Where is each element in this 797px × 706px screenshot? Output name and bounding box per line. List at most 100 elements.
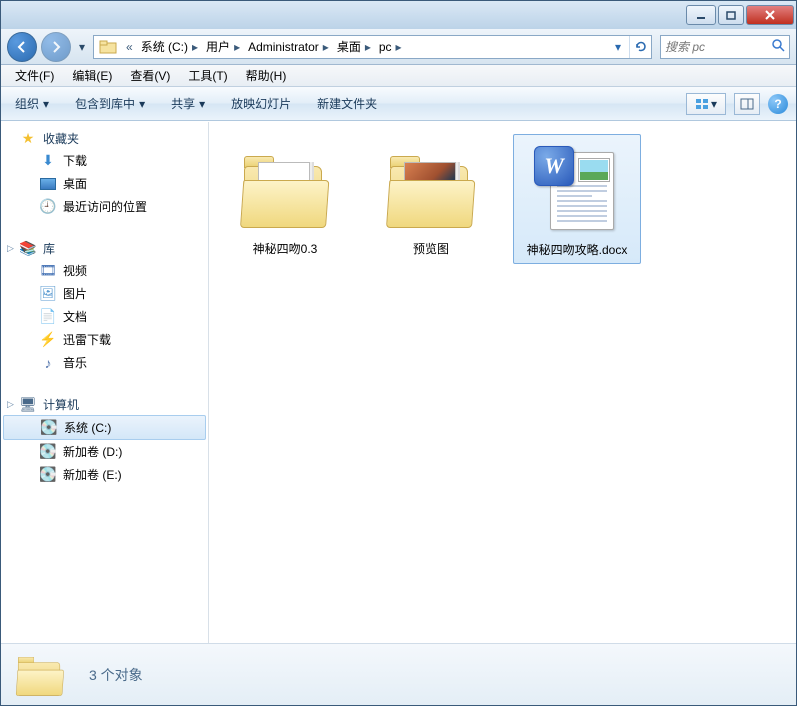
file-label: 神秘四吻0.3	[253, 242, 318, 258]
sidebar-item-drive-e[interactable]: 💽 新加卷 (E:)	[1, 463, 208, 486]
favorites-group: ★ 收藏夹 ⬇ 下载 桌面 🕘 最近访问的位置	[1, 128, 208, 218]
slideshow-button[interactable]: 放映幻灯片	[225, 93, 297, 114]
drive-icon: 💽	[39, 467, 57, 483]
sidebar-item-label: 音乐	[63, 354, 87, 371]
crumb-users[interactable]: 用户 ▸	[202, 36, 244, 58]
status-text: 3 个对象	[89, 665, 143, 685]
sidebar-item-pictures[interactable]: 🖼 图片	[1, 282, 208, 305]
sidebar-item-downloads[interactable]: ⬇ 下载	[1, 149, 208, 172]
libraries-group: ▷ 📚 库 🎞 视频 🖼 图片 📄 文档 ⚡ 迅	[1, 238, 208, 374]
file-label: 神秘四吻攻略.docx	[527, 243, 628, 259]
menu-edit[interactable]: 编辑(E)	[64, 65, 120, 86]
sidebar-item-label: 新加卷 (E:)	[63, 466, 122, 483]
crumb-desktop[interactable]: 桌面▸	[333, 36, 375, 58]
sidebar-item-thunder[interactable]: ⚡ 迅雷下载	[1, 328, 208, 351]
new-folder-button[interactable]: 新建文件夹	[311, 93, 383, 114]
file-list[interactable]: 神秘四吻0.3 预览图 W	[209, 122, 796, 643]
computer-label: 计算机	[43, 396, 79, 413]
sidebar-item-desktop[interactable]: 桌面	[1, 172, 208, 195]
navigation-bar: ▾ « 系统 (C:)▸ 用户 ▸ Administrator▸ 桌面▸ pc▸ …	[1, 29, 796, 65]
thumbnails-icon	[695, 98, 709, 110]
sidebar-item-recent[interactable]: 🕘 最近访问的位置	[1, 195, 208, 218]
menu-tools[interactable]: 工具(T)	[180, 65, 235, 86]
document-item[interactable]: W 神秘四吻攻略.docx	[513, 134, 641, 264]
crumb-drive[interactable]: 系统 (C:)▸	[137, 36, 202, 58]
expand-icon[interactable]: ▷	[7, 399, 14, 410]
preview-pane-button[interactable]	[734, 93, 760, 115]
sidebar-item-label: 新加卷 (D:)	[63, 443, 122, 460]
command-bar: 组织 ▾ 包含到库中 ▾ 共享 ▾ 放映幻灯片 新建文件夹 ▾ ?	[1, 87, 796, 121]
chevron-right-icon: ▸	[365, 40, 371, 54]
address-dropdown[interactable]: ▾	[607, 36, 629, 58]
recent-icon: 🕘	[39, 199, 57, 215]
search-input[interactable]	[665, 40, 771, 54]
help-button[interactable]: ?	[768, 94, 788, 114]
sidebar-item-label: 迅雷下载	[63, 331, 111, 348]
drive-icon: 💽	[39, 444, 57, 460]
folder-item[interactable]: 预览图	[367, 134, 495, 262]
video-icon: 🎞	[39, 263, 57, 279]
crumb-admin[interactable]: Administrator▸	[244, 36, 333, 58]
back-button[interactable]	[7, 32, 37, 62]
menu-view[interactable]: 查看(V)	[122, 65, 178, 86]
menu-bar: 文件(F) 编辑(E) 查看(V) 工具(T) 帮助(H)	[1, 65, 796, 87]
expand-icon[interactable]: ▷	[7, 243, 14, 254]
menu-file[interactable]: 文件(F)	[7, 65, 62, 86]
libraries-label: 库	[43, 240, 55, 257]
library-icon: 📚	[19, 241, 37, 257]
chevron-down-icon: ▾	[43, 97, 49, 111]
folder-icon	[94, 36, 122, 58]
star-icon: ★	[19, 131, 37, 147]
folder-item[interactable]: 神秘四吻0.3	[221, 134, 349, 262]
folder-thumbnail	[235, 138, 335, 238]
music-icon: ♪	[39, 355, 57, 371]
close-button[interactable]	[746, 5, 794, 25]
titlebar[interactable]	[1, 1, 796, 29]
organize-button[interactable]: 组织 ▾	[9, 93, 55, 114]
sidebar-item-music[interactable]: ♪ 音乐	[1, 351, 208, 374]
view-mode-button[interactable]: ▾	[686, 93, 726, 115]
sidebar-item-label: 视频	[63, 262, 87, 279]
document-thumbnail: W	[527, 139, 627, 239]
sidebar-item-label: 桌面	[63, 175, 87, 192]
forward-button[interactable]	[41, 32, 71, 62]
crumb-label: 用户	[206, 38, 230, 55]
history-dropdown[interactable]: ▾	[75, 36, 89, 58]
include-library-button[interactable]: 包含到库中 ▾	[69, 93, 151, 114]
crumb-overflow[interactable]: «	[122, 36, 137, 58]
sidebar-item-drive-c[interactable]: 💽 系统 (C:)	[3, 415, 206, 440]
thunder-icon: ⚡	[39, 332, 57, 348]
favorites-header[interactable]: ★ 收藏夹	[1, 128, 208, 149]
sidebar-item-label: 系统 (C:)	[64, 419, 111, 436]
maximize-button[interactable]	[718, 5, 744, 25]
sidebar-item-label: 图片	[63, 285, 87, 302]
sidebar-item-label: 最近访问的位置	[63, 198, 147, 215]
chevron-right-icon: ▸	[323, 40, 329, 54]
file-label: 预览图	[413, 242, 449, 258]
address-bar[interactable]: « 系统 (C:)▸ 用户 ▸ Administrator▸ 桌面▸ pc▸ ▾	[93, 35, 652, 59]
search-box[interactable]	[660, 35, 790, 59]
sidebar-item-label: 文档	[63, 308, 87, 325]
crumb-pc[interactable]: pc▸	[375, 36, 406, 58]
computer-header[interactable]: ▷ 🖥 计算机	[1, 394, 208, 415]
menu-help[interactable]: 帮助(H)	[238, 65, 295, 86]
chevron-down-icon: ▾	[199, 97, 205, 111]
folder-thumbnail	[381, 138, 481, 238]
chevron-right-icon: ▸	[234, 40, 240, 54]
status-bar: 3 个对象	[1, 643, 796, 705]
refresh-button[interactable]	[629, 36, 651, 58]
chevron-right-icon: ▸	[192, 40, 198, 54]
share-button[interactable]: 共享 ▾	[165, 93, 211, 114]
picture-icon: 🖼	[39, 286, 57, 302]
libraries-header[interactable]: ▷ 📚 库	[1, 238, 208, 259]
drive-icon: 💽	[40, 420, 58, 436]
sidebar-item-drive-d[interactable]: 💽 新加卷 (D:)	[1, 440, 208, 463]
minimize-button[interactable]	[686, 5, 716, 25]
navigation-pane[interactable]: ★ 收藏夹 ⬇ 下载 桌面 🕘 最近访问的位置 ▷	[1, 122, 209, 643]
search-icon	[771, 38, 785, 55]
sidebar-item-documents[interactable]: 📄 文档	[1, 305, 208, 328]
refresh-icon	[634, 40, 648, 54]
document-icon: 📄	[39, 309, 57, 325]
sidebar-item-videos[interactable]: 🎞 视频	[1, 259, 208, 282]
sidebar-item-label: 下载	[63, 152, 87, 169]
